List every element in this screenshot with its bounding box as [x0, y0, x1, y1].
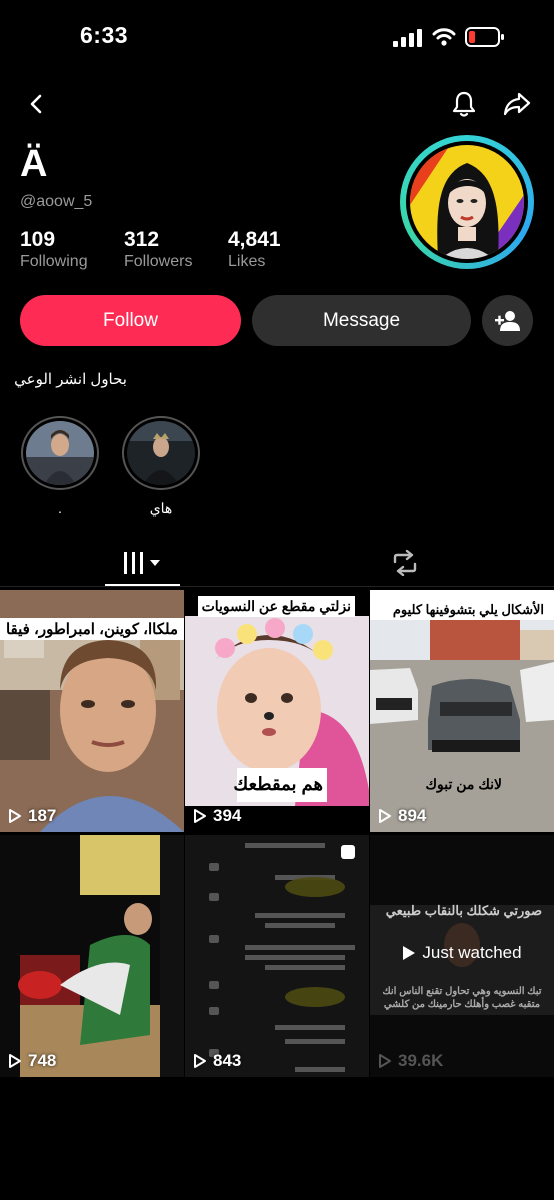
following-count: 109 [20, 228, 56, 251]
add-person-icon [494, 310, 520, 331]
profile-handle: @aoow_5 [20, 193, 93, 210]
followers-stat[interactable]: 312 Followers [124, 228, 192, 271]
repost-icon [393, 550, 417, 576]
video-thumbnail [0, 835, 184, 1077]
likes-label: Likes [228, 253, 266, 270]
profile-bio: بحاول انشر الوعي [14, 371, 127, 388]
status-time: 6:33 [80, 22, 129, 48]
likes-stat[interactable]: 4,841 Likes [228, 228, 281, 271]
following-label: Following [20, 253, 88, 270]
highlight-label: . [58, 500, 62, 516]
view-count-value: 394 [213, 806, 242, 825]
avatar-image [410, 145, 524, 259]
followers-count: 312 [124, 228, 160, 251]
view-count: 894 [378, 806, 426, 826]
bell-icon [452, 91, 476, 117]
video-thumbnail [185, 835, 369, 1077]
video-tile[interactable]: نزلتي مقطع عن النسويات هم بمقطعك 394 [185, 590, 369, 832]
view-count: 187 [8, 806, 56, 826]
just-watched-overlay: Just watched [370, 943, 554, 963]
view-count: 843 [193, 1051, 241, 1071]
chevron-left-icon [30, 94, 42, 114]
play-icon [9, 1054, 21, 1068]
just-watched-label: Just watched [422, 943, 522, 962]
share-arrow-icon [503, 92, 531, 116]
play-filled-icon [403, 946, 416, 960]
video-caption-secondary: لانك من تبوك [425, 776, 502, 792]
followers-label: Followers [124, 253, 193, 270]
play-icon [194, 1054, 206, 1068]
view-count: 39.6K [378, 1051, 443, 1071]
video-caption: صورتي شكلك بالنقاب طبيعي [385, 903, 542, 918]
video-caption: ملكاا، كوينن، امبراطور، فيقا [5, 621, 178, 638]
video-thumbnail [370, 590, 554, 832]
highlight-thumbnail [26, 421, 94, 485]
video-tile[interactable]: صورتي شكلك بالنقاب طبيعي Just watched تب… [370, 835, 554, 1077]
tab-reposts[interactable] [380, 540, 430, 586]
view-count-value: 894 [398, 806, 427, 825]
view-count: 394 [193, 806, 241, 826]
likes-count: 4,841 [228, 228, 281, 251]
video-caption-secondary: تبك النسويه وهي تحاول تقنع الناس انك متق… [382, 986, 542, 1010]
highlight-thumbnail [127, 421, 195, 485]
avatar[interactable] [400, 135, 534, 269]
following-stat[interactable]: 109 Following [20, 228, 88, 271]
view-count-value: 748 [28, 1051, 57, 1070]
add-friend-button[interactable] [482, 295, 533, 346]
play-icon [194, 809, 206, 823]
video-caption: نزلتي مقطع عن النسويات [197, 596, 355, 617]
view-count-value: 187 [28, 806, 57, 825]
view-count-value: 39.6K [398, 1051, 444, 1070]
signal-icon [393, 29, 422, 47]
profile-name: Ä [20, 143, 48, 185]
video-tile[interactable]: 748 [0, 835, 184, 1077]
video-tile[interactable]: 843 [185, 835, 369, 1077]
play-icon [379, 1054, 391, 1068]
video-tile[interactable]: الأشكال يلي بتشوفينها كليوم لانك من تبوك… [370, 590, 554, 832]
play-icon [379, 809, 391, 823]
grid-icon [123, 552, 160, 574]
message-button[interactable]: Message [252, 295, 471, 346]
video-caption: الأشكال يلي بتشوفينها كليوم [392, 602, 544, 617]
highlight-item[interactable]: هاي [122, 416, 200, 517]
notifications-button[interactable] [444, 84, 484, 124]
share-button[interactable] [497, 84, 537, 124]
video-tile[interactable]: ملكاا، كوينن، امبراطور، فيقا 187 [0, 590, 184, 832]
play-icon [9, 809, 21, 823]
view-count: 748 [8, 1051, 56, 1071]
follow-button[interactable]: Follow [20, 295, 241, 346]
back-button[interactable] [17, 84, 57, 124]
battery-icon [465, 27, 504, 47]
view-count-value: 843 [213, 1051, 242, 1070]
tab-videos[interactable] [105, 540, 180, 586]
divider [0, 586, 554, 587]
wifi-icon [432, 28, 456, 46]
video-caption-secondary: هم بمقطعك [233, 774, 323, 794]
highlight-item[interactable]: . [21, 416, 99, 516]
highlight-label: هاي [149, 500, 173, 516]
video-thumbnail [185, 590, 369, 832]
